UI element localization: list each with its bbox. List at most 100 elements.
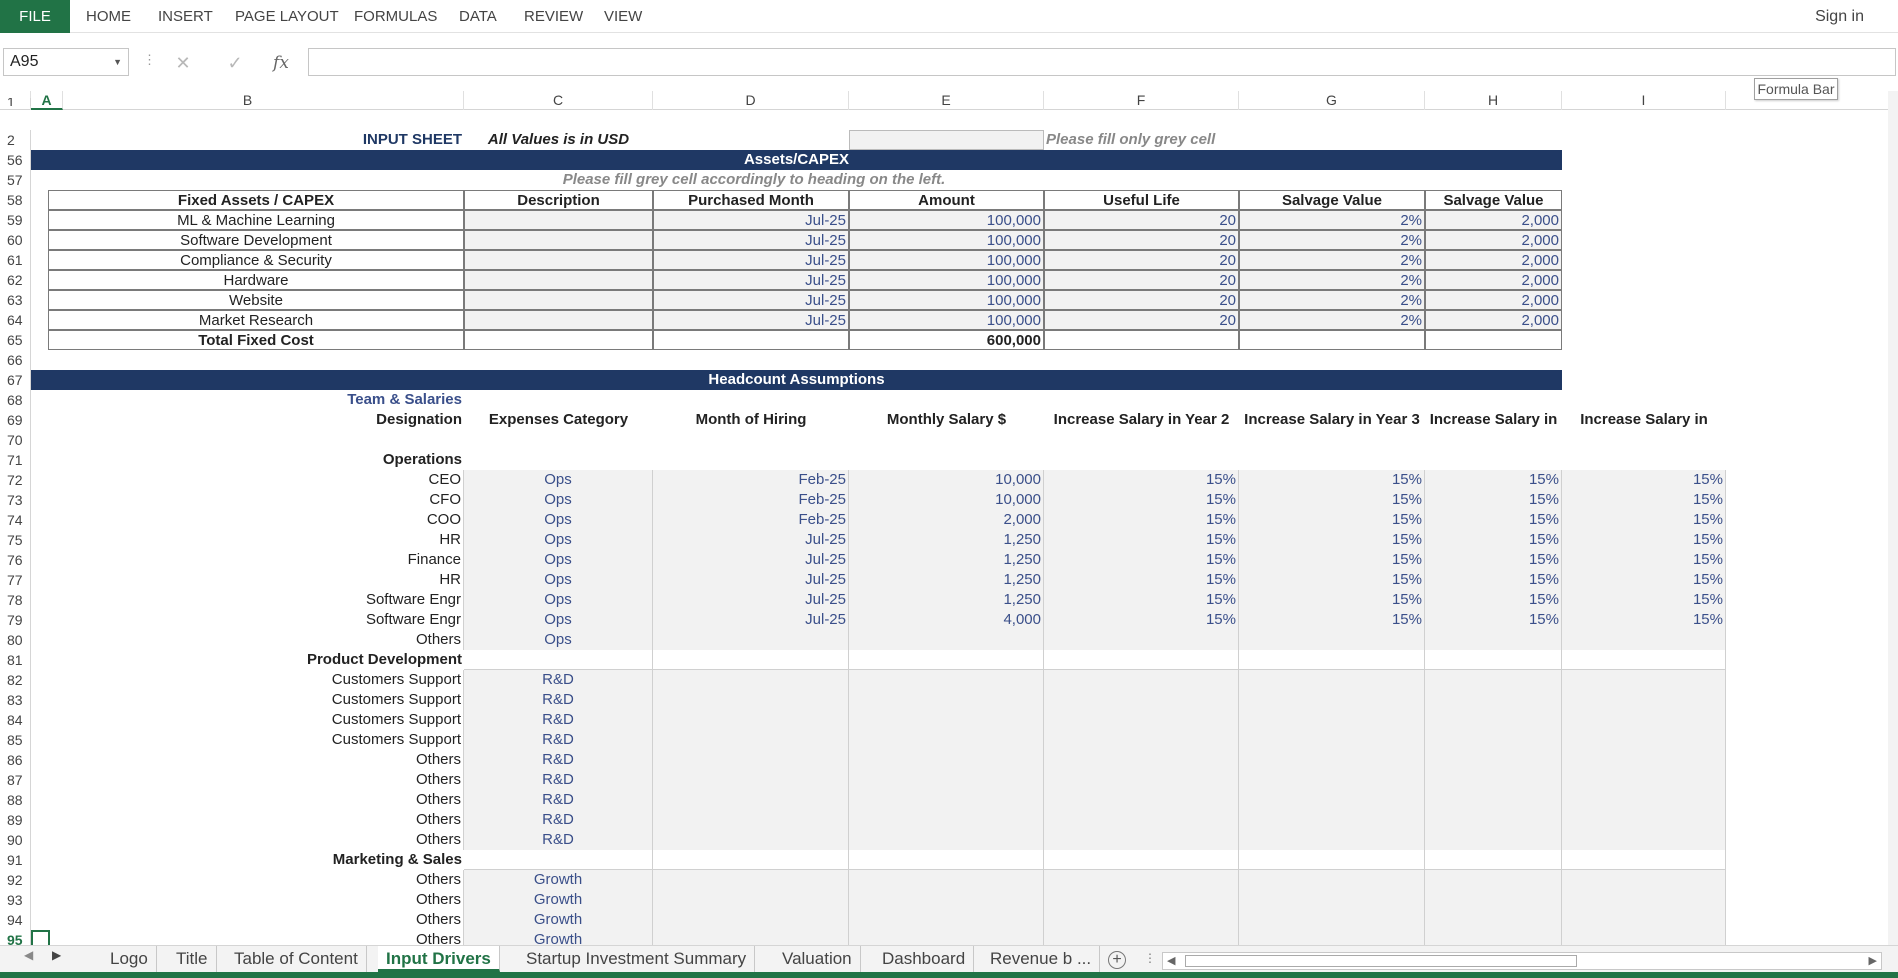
salary-increase-input[interactable]: 15%: [1425, 590, 1562, 610]
salary-increase-input[interactable]: 15%: [1425, 470, 1562, 490]
capex-description-input[interactable]: [464, 310, 653, 330]
monthly-salary-input[interactable]: 1,250: [849, 590, 1044, 610]
salary-increase-input[interactable]: [1562, 830, 1726, 850]
monthly-salary-input[interactable]: [849, 670, 1044, 690]
monthly-salary-input[interactable]: 10,000: [849, 490, 1044, 510]
selected-cell-cursor[interactable]: [31, 930, 50, 945]
sheet-tab-input-drivers[interactable]: Input Drivers: [378, 946, 500, 972]
sheet-tab-title[interactable]: Title: [168, 946, 217, 972]
add-sheet-icon[interactable]: +: [1108, 951, 1126, 969]
expense-category-input[interactable]: Growth: [464, 930, 653, 945]
salary-increase-input[interactable]: [1562, 930, 1726, 945]
hiring-month-input[interactable]: Jul-25: [653, 590, 849, 610]
row-header[interactable]: 92: [0, 870, 31, 890]
monthly-salary-input[interactable]: [849, 830, 1044, 850]
row-header[interactable]: 58: [0, 190, 31, 210]
salary-increase-input[interactable]: 15%: [1044, 590, 1239, 610]
row-header[interactable]: 80: [0, 630, 31, 650]
capex-description-input[interactable]: [464, 210, 653, 230]
monthly-salary-input[interactable]: 4,000: [849, 610, 1044, 630]
hiring-month-input[interactable]: Jul-25: [653, 530, 849, 550]
ribbon-tab-insert[interactable]: INSERT: [158, 0, 213, 33]
salary-increase-input[interactable]: 15%: [1239, 470, 1425, 490]
row-header[interactable]: 66: [0, 350, 31, 370]
sheet-tab-revenue-b[interactable]: Revenue b ...: [982, 946, 1101, 972]
salary-increase-input[interactable]: 15%: [1562, 610, 1726, 630]
expense-category-input[interactable]: Ops: [464, 510, 653, 530]
expense-category-input[interactable]: Growth: [464, 870, 653, 890]
salary-increase-input[interactable]: [1239, 730, 1425, 750]
row-header[interactable]: 67: [0, 370, 31, 390]
salary-increase-input[interactable]: 15%: [1239, 490, 1425, 510]
salary-increase-input[interactable]: [1044, 890, 1239, 910]
salary-increase-input[interactable]: [1044, 710, 1239, 730]
salary-increase-input[interactable]: [1239, 930, 1425, 945]
row-header[interactable]: 82: [0, 670, 31, 690]
row-header[interactable]: 2: [0, 130, 31, 150]
capex-life-input[interactable]: 20: [1044, 310, 1239, 330]
hiring-month-input[interactable]: Jul-25: [653, 570, 849, 590]
capex-month-input[interactable]: Jul-25: [653, 210, 849, 230]
row-header[interactable]: 76: [0, 550, 31, 570]
monthly-salary-input[interactable]: [849, 710, 1044, 730]
ribbon-tab-review[interactable]: REVIEW: [524, 0, 583, 33]
row-header[interactable]: 72: [0, 470, 31, 490]
salary-increase-input[interactable]: [1562, 730, 1726, 750]
row-header[interactable]: 56: [0, 150, 31, 170]
row-header[interactable]: 91: [0, 850, 31, 870]
ribbon-tab-page-layout[interactable]: PAGE LAYOUT: [235, 0, 339, 33]
salary-increase-input[interactable]: [1239, 750, 1425, 770]
ribbon-tab-view[interactable]: VIEW: [604, 0, 642, 33]
salary-increase-input[interactable]: [1044, 630, 1239, 650]
salary-increase-input[interactable]: [1044, 790, 1239, 810]
salary-increase-input[interactable]: [1425, 770, 1562, 790]
expense-category-input[interactable]: Ops: [464, 490, 653, 510]
empty-cell[interactable]: [1562, 850, 1726, 870]
sign-in-link[interactable]: Sign in: [1815, 0, 1864, 33]
salary-increase-input[interactable]: 15%: [1562, 490, 1726, 510]
expense-category-input[interactable]: Ops: [464, 610, 653, 630]
salary-increase-input[interactable]: [1425, 710, 1562, 730]
hiring-month-input[interactable]: [653, 630, 849, 650]
capex-life-input[interactable]: 20: [1044, 210, 1239, 230]
monthly-salary-input[interactable]: [849, 870, 1044, 890]
monthly-salary-input[interactable]: [849, 790, 1044, 810]
expense-category-input[interactable]: R&D: [464, 770, 653, 790]
salary-increase-input[interactable]: 15%: [1425, 610, 1562, 630]
capex-amount-input[interactable]: 100,000: [849, 250, 1044, 270]
capex-month-input[interactable]: Jul-25: [653, 290, 849, 310]
hiring-month-input[interactable]: [653, 750, 849, 770]
monthly-salary-input[interactable]: [849, 630, 1044, 650]
salary-increase-input[interactable]: [1425, 890, 1562, 910]
row-header[interactable]: 65: [0, 330, 31, 350]
horizontal-scrollbar[interactable]: ◀ ▶: [1162, 952, 1882, 970]
row-header[interactable]: 1: [0, 98, 31, 106]
monthly-salary-input[interactable]: 2,000: [849, 510, 1044, 530]
empty-cell[interactable]: [1239, 850, 1425, 870]
hiring-month-input[interactable]: Jul-25: [653, 610, 849, 630]
empty-cell[interactable]: [1425, 650, 1562, 670]
empty-cell[interactable]: [1044, 850, 1239, 870]
formula-input[interactable]: [308, 48, 1896, 76]
empty-cell[interactable]: [464, 850, 653, 870]
empty-cell[interactable]: [1239, 650, 1425, 670]
row-header[interactable]: 85: [0, 730, 31, 750]
capex-salvage-pct-input[interactable]: 2%: [1239, 270, 1425, 290]
sheet-tab-logo[interactable]: Logo: [102, 946, 157, 972]
expense-category-input[interactable]: Ops: [464, 530, 653, 550]
salary-increase-input[interactable]: [1044, 930, 1239, 945]
row-header[interactable]: 59: [0, 210, 31, 230]
row-header[interactable]: 61: [0, 250, 31, 270]
salary-increase-input[interactable]: 15%: [1239, 570, 1425, 590]
capex-life-input[interactable]: 20: [1044, 270, 1239, 290]
monthly-salary-input[interactable]: 1,250: [849, 550, 1044, 570]
salary-increase-input[interactable]: [1044, 730, 1239, 750]
salary-increase-input[interactable]: [1044, 810, 1239, 830]
hiring-month-input[interactable]: Feb-25: [653, 490, 849, 510]
salary-increase-input[interactable]: [1425, 670, 1562, 690]
name-box[interactable]: A95 ▼: [3, 48, 129, 76]
drag-handle-icon[interactable]: ⋮: [143, 52, 156, 68]
ribbon-tab-formulas[interactable]: FORMULAS: [354, 0, 437, 33]
monthly-salary-input[interactable]: [849, 690, 1044, 710]
salary-increase-input[interactable]: [1239, 790, 1425, 810]
